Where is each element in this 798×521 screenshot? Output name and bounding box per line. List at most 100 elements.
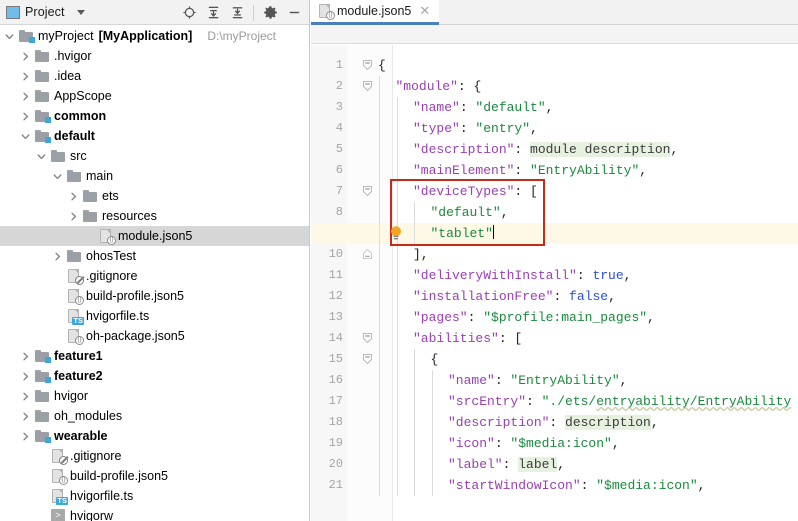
project-title-group[interactable]: Project <box>0 5 85 19</box>
chevron-right-icon[interactable] <box>20 51 31 62</box>
chevron-down-icon[interactable] <box>36 151 47 162</box>
chevron-right-icon[interactable] <box>68 191 79 202</box>
tree-item-label: module.json5 <box>118 229 192 243</box>
tab-module-json5[interactable]: {} module.json5 ✕ <box>311 0 439 25</box>
tree-item[interactable]: myProject[MyApplication]D:\myProject <box>0 26 309 46</box>
chevron-right-icon[interactable] <box>20 91 31 102</box>
tree-item[interactable]: feature1 <box>0 346 309 366</box>
tree-item[interactable]: feature2 <box>0 366 309 386</box>
code-token: , <box>546 100 554 115</box>
intention-bulb-icon[interactable] <box>389 225 403 241</box>
tree-item[interactable]: src <box>0 146 309 166</box>
code-line[interactable]: "label": label, <box>311 454 798 475</box>
chevron-right-icon[interactable] <box>20 411 31 422</box>
chevron-down-icon[interactable] <box>52 171 63 182</box>
code-line[interactable]: "description": description, <box>311 412 798 433</box>
tree-item[interactable]: AppScope <box>0 86 309 106</box>
code-token: , <box>557 457 565 472</box>
code-content[interactable]: {"module": {"name": "default","type": "e… <box>311 45 798 521</box>
tree-item[interactable]: .idea <box>0 66 309 86</box>
chevron-right-icon[interactable] <box>20 351 31 362</box>
code-line[interactable]: "tablet" <box>311 223 798 244</box>
tree-item-selected[interactable]: {}module.json5 <box>0 226 309 246</box>
tree-item-label: feature2 <box>54 369 103 383</box>
ide-window: Project <box>0 0 798 521</box>
code-token: , <box>530 121 538 136</box>
chevron-right-icon[interactable] <box>20 391 31 402</box>
code-line[interactable]: "pages": "$profile:main_pages", <box>311 307 798 328</box>
code-token: , <box>698 478 706 493</box>
chevron-down-icon[interactable] <box>20 131 31 142</box>
editor-tabbar: {} module.json5 ✕ <box>311 0 798 25</box>
code-editor[interactable]: 123456789101112131415161718192021 {"modu… <box>311 45 798 521</box>
code-line[interactable]: "module": { <box>311 76 798 97</box>
chevron-right-icon[interactable] <box>52 251 63 262</box>
code-token: "description" <box>413 142 514 157</box>
tree-item[interactable]: oh_modules <box>0 406 309 426</box>
minimize-icon[interactable] <box>283 2 305 24</box>
tree-item[interactable]: resources <box>0 206 309 226</box>
tree-item[interactable]: main <box>0 166 309 186</box>
project-icon <box>6 6 20 19</box>
collapse-all-button[interactable] <box>226 2 248 24</box>
tree-item[interactable]: TShvigorfile.ts <box>0 306 309 326</box>
tree-item-label: .hvigor <box>54 49 92 63</box>
fold-collapse-icon[interactable] <box>362 181 373 202</box>
code-token: "name" <box>448 373 495 388</box>
tree-item-label: wearable <box>54 429 108 443</box>
code-token: "tablet" <box>431 226 493 241</box>
code-line[interactable]: "name": "default", <box>311 97 798 118</box>
tree-item[interactable]: {}build-profile.json5 <box>0 466 309 486</box>
code-line[interactable]: ], <box>311 244 798 265</box>
code-line[interactable]: "description": module description, <box>311 139 798 160</box>
tree-item[interactable]: TShvigorfile.ts <box>0 486 309 506</box>
tree-item-icon <box>35 49 51 64</box>
tree-item-label: ets <box>102 189 119 203</box>
code-line[interactable]: "abilities": [ <box>311 328 798 349</box>
gear-icon[interactable] <box>259 2 281 24</box>
code-line[interactable]: "startWindowIcon": "$media:icon", <box>311 475 798 496</box>
chevron-right-icon[interactable] <box>20 71 31 82</box>
close-icon[interactable]: ✕ <box>419 3 430 19</box>
tree-item[interactable]: common <box>0 106 309 126</box>
tree-item[interactable]: default <box>0 126 309 146</box>
tree-item[interactable]: .hvigor <box>0 46 309 66</box>
select-opened-file-button[interactable] <box>178 2 200 24</box>
fold-collapse-icon[interactable] <box>362 349 373 370</box>
code-line[interactable]: "default", <box>311 202 798 223</box>
fold-collapse-icon[interactable] <box>362 76 373 97</box>
fold-collapse-icon[interactable] <box>362 55 373 76</box>
tree-item[interactable]: .gitignore <box>0 446 309 466</box>
chevron-right-icon[interactable] <box>68 211 79 222</box>
code-line[interactable]: { <box>311 55 798 76</box>
chevron-down-icon[interactable] <box>4 31 15 42</box>
tree-item[interactable]: >hvigorw <box>0 506 309 521</box>
code-line[interactable]: "srcEntry": "./ets/entryability/EntryAbi… <box>311 391 798 412</box>
tree-item[interactable]: hvigor <box>0 386 309 406</box>
tree-item[interactable]: {}build-profile.json5 <box>0 286 309 306</box>
tree-item[interactable]: {}oh-package.json5 <box>0 326 309 346</box>
fold-end-icon[interactable] <box>362 244 373 265</box>
code-line[interactable]: "icon": "$media:icon", <box>311 433 798 454</box>
code-line[interactable]: "name": "EntryAbility", <box>311 370 798 391</box>
expand-all-button[interactable] <box>202 2 224 24</box>
code-line[interactable]: { <box>311 349 798 370</box>
tree-item[interactable]: wearable <box>0 426 309 446</box>
chevron-right-icon[interactable] <box>20 111 31 122</box>
tree-item[interactable]: ets <box>0 186 309 206</box>
code-line[interactable]: "type": "entry", <box>311 118 798 139</box>
tree-item[interactable]: ohosTest <box>0 246 309 266</box>
tree-item[interactable]: .gitignore <box>0 266 309 286</box>
code-line[interactable]: "deliveryWithInstall": true, <box>311 265 798 286</box>
ts-file-icon: TS <box>51 489 65 504</box>
chevron-down-icon[interactable] <box>77 10 85 15</box>
code-line[interactable]: "deviceTypes": [ <box>311 181 798 202</box>
code-token: "deliveryWithInstall" <box>413 268 577 283</box>
code-line[interactable]: "installationFree": false, <box>311 286 798 307</box>
chevron-right-icon[interactable] <box>20 371 31 382</box>
code-line[interactable]: "mainElement": "EntryAbility", <box>311 160 798 181</box>
chevron-right-icon[interactable] <box>20 431 31 442</box>
project-tree[interactable]: myProject[MyApplication]D:\myProject .hvi… <box>0 26 309 521</box>
tree-item-icon <box>35 129 51 144</box>
fold-collapse-icon[interactable] <box>362 328 373 349</box>
